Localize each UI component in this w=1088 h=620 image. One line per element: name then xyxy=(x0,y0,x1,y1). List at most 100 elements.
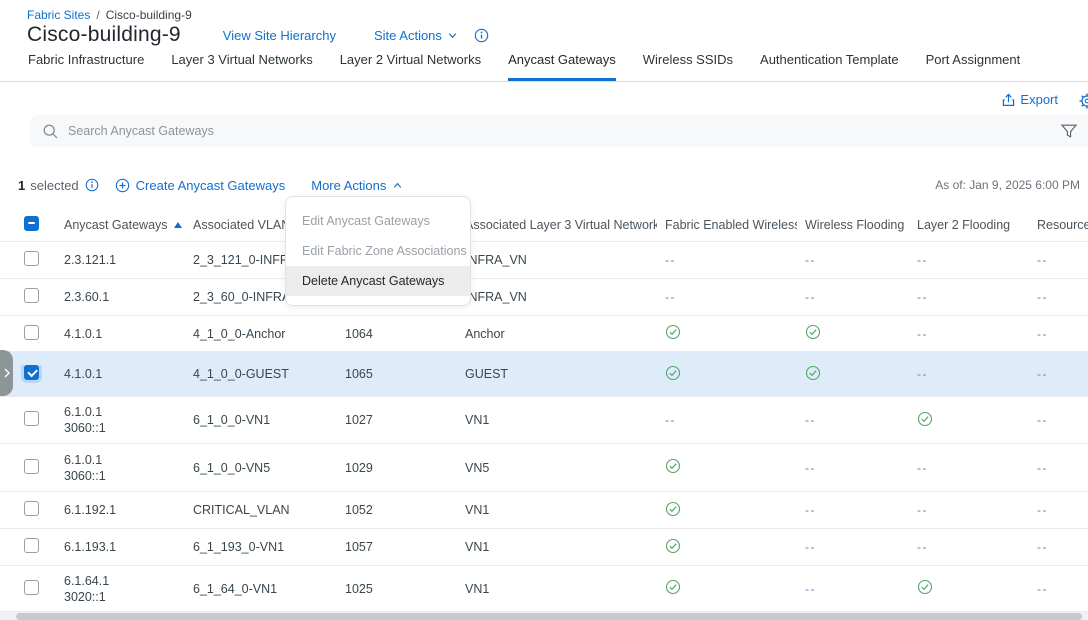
column-label: Associated Layer 3 Virtual Network xyxy=(465,218,657,232)
row-checkbox[interactable] xyxy=(24,538,39,553)
not-applicable-dash: -- xyxy=(665,290,676,304)
column-label: Layer 2 Flooding xyxy=(917,218,1010,232)
tab-wireless-ssids[interactable]: Wireless SSIDs xyxy=(643,52,733,81)
check-circle-icon xyxy=(917,411,933,427)
cell-wireless-flooding: -- xyxy=(797,540,909,554)
row-checkbox[interactable] xyxy=(24,251,39,266)
menu-item-delete-anycast-gateways[interactable]: Delete Anycast Gateways xyxy=(286,266,470,296)
cell-vlan-id: 1027 xyxy=(337,413,457,427)
more-actions-menu: Edit Anycast Gateways Edit Fabric Zone A… xyxy=(285,196,471,306)
cell-vlan-id: 1029 xyxy=(337,461,457,475)
more-actions-button[interactable]: More Actions xyxy=(311,178,403,193)
not-applicable-dash: -- xyxy=(805,253,816,267)
column-label: Anycast Gateways xyxy=(64,218,168,232)
cell-associated-vlan: CRITICAL_VLAN xyxy=(185,503,337,517)
export-button[interactable]: Export xyxy=(1002,92,1058,107)
cell-wireless-flooding: -- xyxy=(797,461,909,475)
cell-fabric-enabled-wireless: -- xyxy=(657,253,797,267)
column-header-associated-layer3-vn[interactable]: Associated Layer 3 Virtual Network xyxy=(457,218,657,232)
table-row[interactable]: 6.1.193.1 6_1_193_0-VN1 1057 VN1 -- -- -… xyxy=(0,529,1088,566)
column-header-fabric-enabled-wireless[interactable]: Fabric Enabled Wireless xyxy=(657,218,797,232)
row-checkbox[interactable] xyxy=(24,325,39,340)
cell-associated-layer3-vn: Anchor xyxy=(457,327,657,341)
breadcrumb-link-fabric-sites[interactable]: Fabric Sites xyxy=(27,8,90,22)
column-header-wireless-flooding[interactable]: Wireless Flooding xyxy=(797,218,909,232)
cell-resource: -- xyxy=(1029,540,1088,554)
search-input[interactable] xyxy=(68,124,868,138)
cell-vlan-id: 1057 xyxy=(337,540,457,554)
not-applicable-dash: -- xyxy=(1037,582,1048,596)
table-row[interactable]: 4.1.0.1 4_1_0_0-GUEST 1065 GUEST -- -- xyxy=(0,352,1088,397)
column-header-resource[interactable]: Resource xyxy=(1029,218,1088,232)
table-row[interactable]: 2.3.60.1 2_3_60_0-INFRA INFRA_VN -- -- -… xyxy=(0,279,1088,316)
plus-circle-icon xyxy=(115,178,130,193)
cell-anycast-gateway: 4.1.0.1 xyxy=(56,366,185,382)
view-site-hierarchy-link[interactable]: View Site Hierarchy xyxy=(223,28,336,43)
not-applicable-dash: -- xyxy=(917,461,928,475)
not-applicable-dash: -- xyxy=(917,503,928,517)
row-checkbox[interactable] xyxy=(24,459,39,474)
cell-associated-vlan: 6_1_0_0-VN5 xyxy=(185,461,337,475)
row-checkbox[interactable] xyxy=(24,501,39,516)
column-header-layer2-flooding[interactable]: Layer 2 Flooding xyxy=(909,218,1029,232)
cell-associated-layer3-vn: VN1 xyxy=(457,540,657,554)
tab-layer2-virtual-networks[interactable]: Layer 2 Virtual Networks xyxy=(340,52,481,81)
chevron-down-icon xyxy=(447,30,458,41)
not-applicable-dash: -- xyxy=(917,327,928,341)
create-anycast-gateways-button[interactable]: Create Anycast Gateways xyxy=(115,178,286,193)
cell-anycast-gateway: 2.3.60.1 xyxy=(56,289,185,305)
cell-fabric-enabled-wireless xyxy=(657,501,797,520)
cell-fabric-enabled-wireless xyxy=(657,458,797,477)
tab-layer3-virtual-networks[interactable]: Layer 3 Virtual Networks xyxy=(171,52,312,81)
side-panel-handle[interactable] xyxy=(0,350,13,396)
cell-layer2-flooding: -- xyxy=(909,327,1029,341)
table-toolbar: Export xyxy=(0,92,1088,112)
tab-fabric-infrastructure[interactable]: Fabric Infrastructure xyxy=(28,52,144,81)
selection-info-icon[interactable] xyxy=(85,178,99,192)
not-applicable-dash: -- xyxy=(1037,540,1048,554)
cell-layer2-flooding: -- xyxy=(909,367,1029,381)
menu-item-edit-anycast-gateways[interactable]: Edit Anycast Gateways xyxy=(286,206,470,236)
site-info-icon[interactable] xyxy=(474,28,489,43)
select-all-checkbox[interactable] xyxy=(24,216,39,231)
not-applicable-dash: -- xyxy=(917,253,928,267)
table-row[interactable]: 6.1.0.13060::1 6_1_0_0-VN1 1027 VN1 -- -… xyxy=(0,397,1088,444)
gear-icon[interactable] xyxy=(1079,93,1088,109)
as-of-timestamp: As of: Jan 9, 2025 6:00 PM xyxy=(935,178,1080,192)
chevron-up-icon xyxy=(392,180,403,191)
cell-fabric-enabled-wireless xyxy=(657,324,797,343)
table-row[interactable]: 6.1.64.13020::1 6_1_64_0-VN1 1025 VN1 --… xyxy=(0,566,1088,612)
cell-associated-layer3-vn: VN1 xyxy=(457,413,657,427)
selected-label: selected xyxy=(30,178,78,193)
cell-resource: -- xyxy=(1029,413,1088,427)
tab-port-assignment[interactable]: Port Assignment xyxy=(926,52,1021,81)
table-row[interactable]: 2.3.121.1 2_3_121_0-INFR INFRA_VN -- -- … xyxy=(0,242,1088,279)
row-checkbox[interactable] xyxy=(24,580,39,595)
create-anycast-gateways-label: Create Anycast Gateways xyxy=(136,178,286,193)
check-circle-icon xyxy=(665,458,681,474)
menu-item-edit-fabric-zone-associations[interactable]: Edit Fabric Zone Associations xyxy=(286,236,470,266)
row-checkbox[interactable] xyxy=(24,288,39,303)
row-checkbox-checked[interactable] xyxy=(24,365,39,380)
column-header-anycast-gateways[interactable]: Anycast Gateways xyxy=(56,218,185,232)
cell-wireless-flooding: -- xyxy=(797,413,909,427)
table-row[interactable]: 6.1.0.13060::1 6_1_0_0-VN5 1029 VN5 -- -… xyxy=(0,444,1088,492)
table-row[interactable]: 4.1.0.1 4_1_0_0-Anchor 1064 Anchor -- -- xyxy=(0,316,1088,352)
not-applicable-dash: -- xyxy=(917,290,928,304)
horizontal-scrollbar-track[interactable] xyxy=(0,612,1088,620)
not-applicable-dash: -- xyxy=(1037,253,1048,267)
horizontal-scrollbar-thumb[interactable] xyxy=(16,613,1082,620)
not-applicable-dash: -- xyxy=(805,461,816,475)
cell-layer2-flooding: -- xyxy=(909,461,1029,475)
row-checkbox[interactable] xyxy=(24,411,39,426)
check-circle-icon xyxy=(665,579,681,595)
cell-associated-layer3-vn: GUEST xyxy=(457,367,657,381)
tab-anycast-gateways[interactable]: Anycast Gateways xyxy=(508,52,616,81)
chevron-right-icon xyxy=(4,368,10,378)
table-row[interactable]: 6.1.192.1 CRITICAL_VLAN 1052 VN1 -- -- -… xyxy=(0,492,1088,529)
cell-associated-vlan: 4_1_0_0-GUEST xyxy=(185,367,337,381)
tab-authentication-template[interactable]: Authentication Template xyxy=(760,52,899,81)
filter-icon[interactable] xyxy=(1060,122,1078,140)
not-applicable-dash: -- xyxy=(665,413,676,427)
site-actions-dropdown[interactable]: Site Actions xyxy=(374,28,458,43)
